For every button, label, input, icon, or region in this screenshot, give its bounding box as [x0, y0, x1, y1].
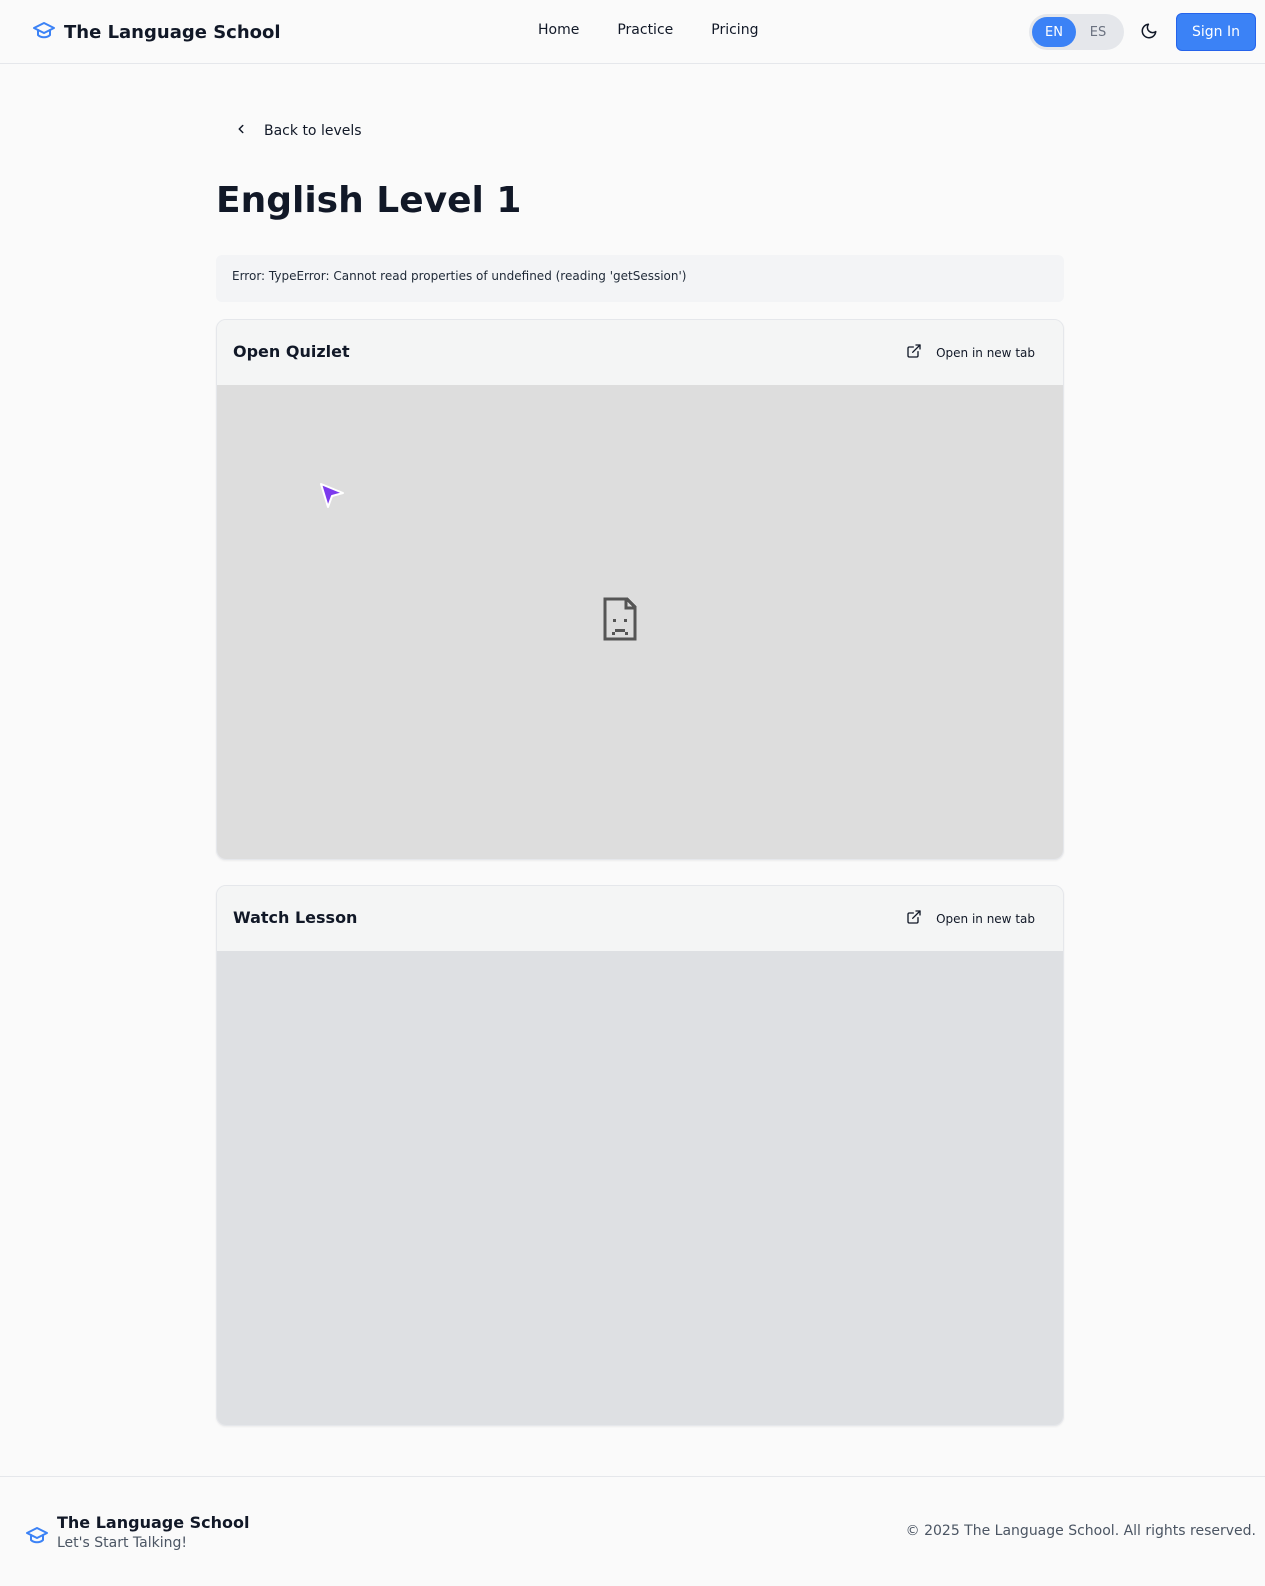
nav-pricing[interactable]: Pricing [711, 22, 758, 38]
site-header: The Language School Home Practice Pricin… [0, 0, 1265, 64]
external-link-icon [906, 343, 922, 363]
brand-name: The Language School [64, 21, 281, 43]
open-in-new-tab-label: Open in new tab [936, 346, 1035, 360]
nav-home[interactable]: Home [538, 22, 579, 38]
lang-es-button[interactable]: ES [1076, 17, 1120, 47]
graduation-cap-icon [25, 1523, 49, 1551]
footer-tagline: Let's Start Talking! [57, 1535, 187, 1551]
card-title: Open Quizlet [233, 342, 350, 361]
open-in-new-tab-button[interactable]: Open in new tab [906, 343, 1035, 363]
chevron-left-icon [234, 121, 248, 140]
site-footer: The Language School Let's Start Talking!… [0, 1476, 1265, 1586]
open-in-new-tab-label: Open in new tab [936, 912, 1035, 926]
theme-toggle-button[interactable] [1140, 22, 1160, 42]
copyright-text: © 2025 The Language School. All rights r… [905, 1523, 1256, 1539]
moon-icon [1140, 23, 1158, 44]
language-toggle: EN ES [1029, 14, 1124, 50]
sign-in-button[interactable]: Sign In [1176, 13, 1256, 51]
card-title: Watch Lesson [233, 908, 358, 927]
footer-brand: The Language School Let's Start Talking! [25, 1513, 250, 1551]
open-in-new-tab-button[interactable]: Open in new tab [906, 909, 1035, 929]
card-header: Open Quizlet Open in new tab [217, 320, 1063, 385]
page-title: English Level 1 [216, 180, 522, 221]
lang-en-button[interactable]: EN [1032, 17, 1076, 47]
main-nav: Home Practice Pricing [538, 22, 758, 38]
nav-practice[interactable]: Practice [617, 22, 673, 38]
mouse-cursor-icon [318, 481, 346, 513]
back-label: Back to levels [264, 122, 362, 139]
brand-link[interactable]: The Language School [32, 18, 281, 46]
quizlet-card: Open Quizlet Open in new tab [216, 319, 1064, 860]
footer-brand-name: The Language School [57, 1513, 250, 1532]
error-message: Error: TypeError: Cannot read properties… [216, 255, 1064, 302]
back-to-levels-link[interactable]: Back to levels [234, 121, 362, 140]
quizlet-embed-frame[interactable] [217, 385, 1063, 859]
lesson-card: Watch Lesson Open in new tab [216, 885, 1064, 1426]
graduation-cap-icon [32, 18, 56, 46]
broken-page-icon [603, 597, 637, 645]
card-header: Watch Lesson Open in new tab [217, 886, 1063, 951]
external-link-icon [906, 909, 922, 929]
lesson-video-frame[interactable] [217, 951, 1063, 1425]
